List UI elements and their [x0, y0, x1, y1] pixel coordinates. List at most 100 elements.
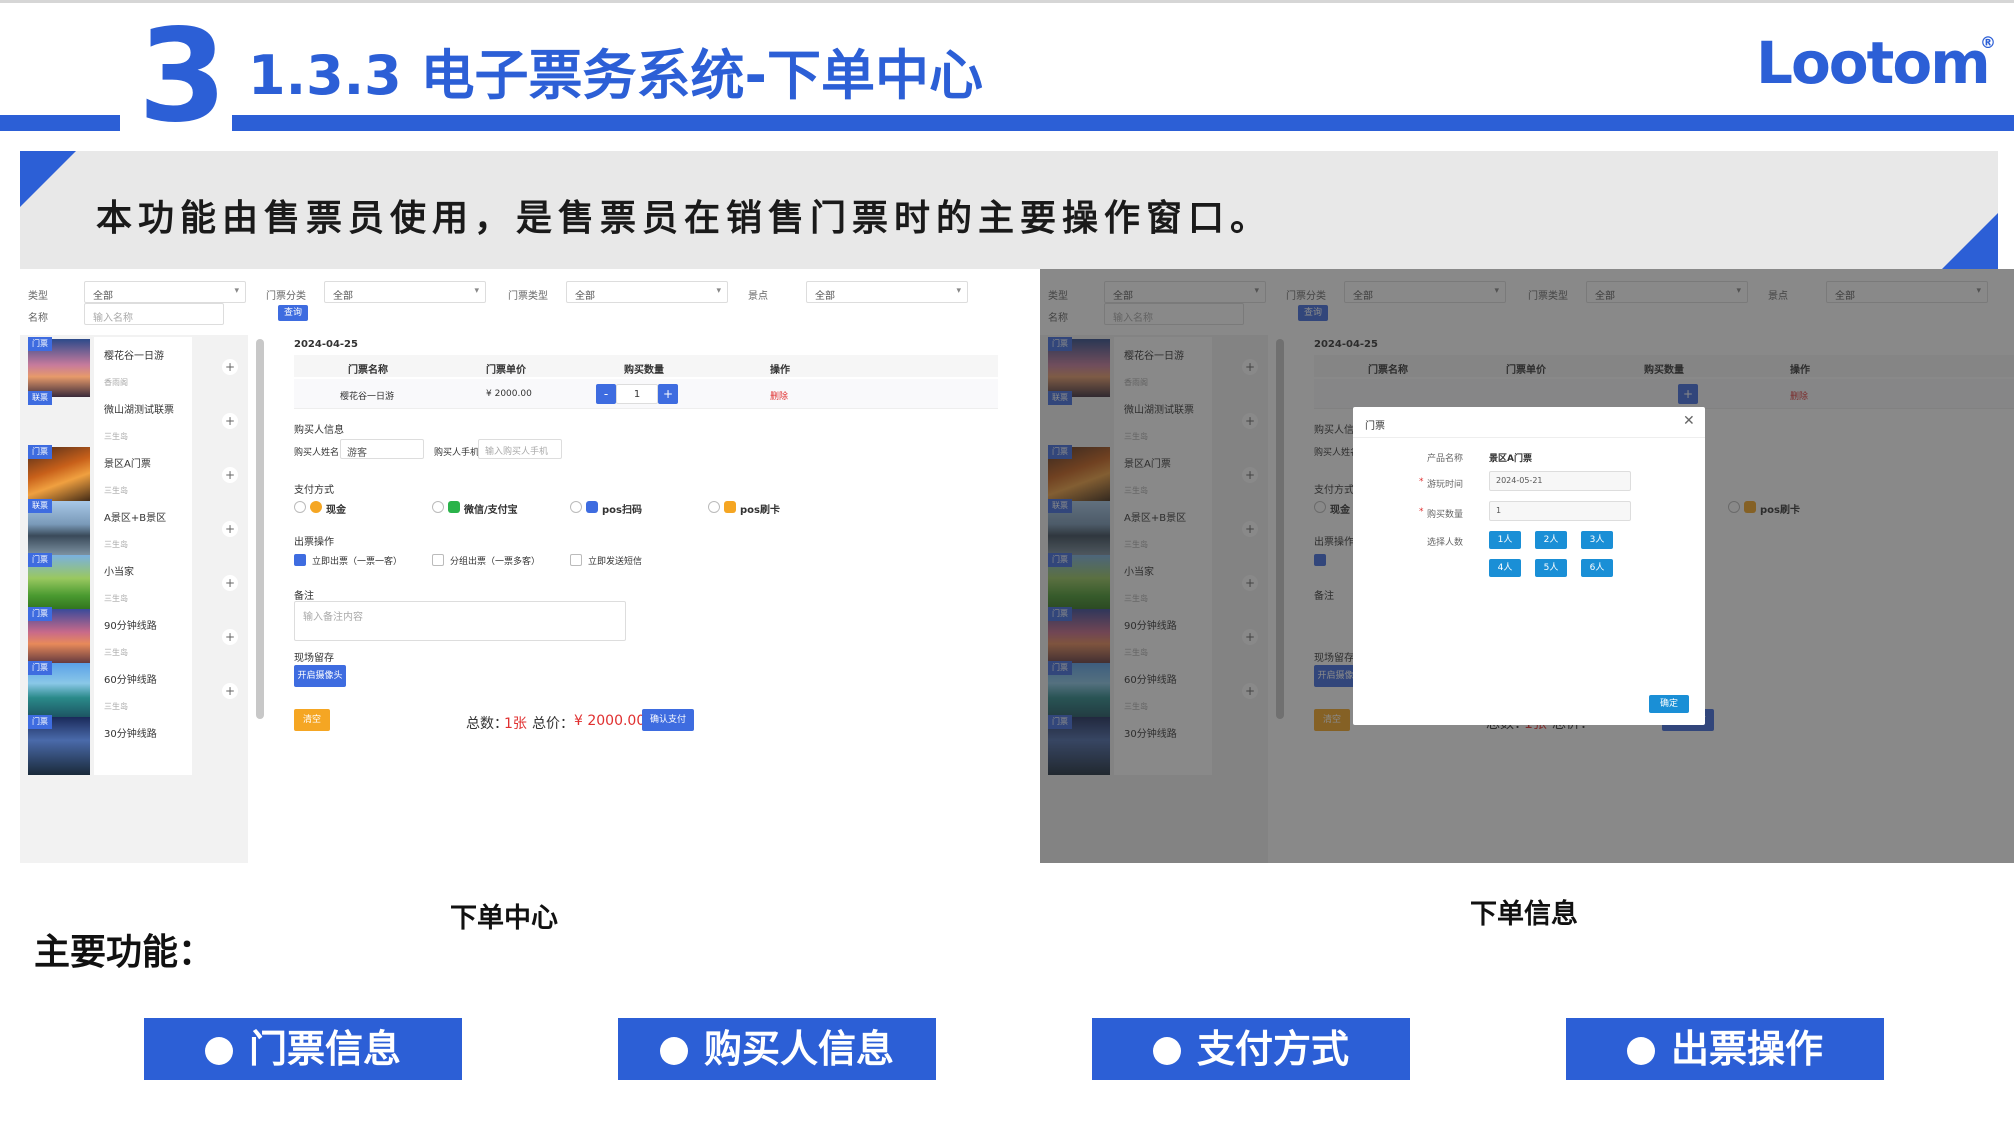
product-item[interactable]: 门票 60分钟线路 三生岛 +: [22, 659, 246, 721]
product-item[interactable]: 门票 景区A门票 三生岛 +: [22, 443, 246, 505]
product-name: 景区A门票: [104, 459, 151, 470]
field-label: 游玩时间: [1427, 480, 1464, 490]
product-item[interactable]: 门票 小当家 三生岛 +: [22, 551, 246, 613]
product-location: 三生岛: [104, 594, 128, 603]
buyer-phone-input[interactable]: 输入购买人手机: [478, 439, 562, 459]
bullet-icon: [1626, 1037, 1655, 1065]
product-badge: 门票: [28, 445, 52, 459]
send-sms-checkbox[interactable]: [570, 554, 582, 566]
product-badge: 门票: [28, 607, 52, 621]
clear-button[interactable]: 清空: [294, 709, 330, 731]
remark-textarea[interactable]: 输入备注内容: [294, 601, 626, 641]
product-card: 60分钟线路 三生岛: [94, 661, 192, 721]
col-header: 购买数量: [624, 365, 664, 376]
name-search-input[interactable]: 输入名称: [84, 303, 224, 325]
product-badge: 联票: [28, 499, 52, 513]
order-table-header: 门票名称 门票单价 购买数量 操作: [294, 355, 998, 377]
feature-label: 购买人信息: [703, 1027, 894, 1071]
product-card: 景区A门票 三生岛: [94, 445, 192, 505]
header-bar-right: [232, 115, 2014, 131]
bullet-icon: [659, 1037, 688, 1065]
product-location: 三生岛: [104, 648, 128, 657]
issue-now-checkbox[interactable]: [294, 554, 306, 566]
people-option[interactable]: 1人: [1489, 531, 1521, 549]
card-icon: [724, 501, 736, 513]
buyer-name-input[interactable]: 游客: [340, 439, 424, 459]
increase-qty-button[interactable]: +: [658, 384, 678, 404]
required-mark: *: [1419, 507, 1424, 517]
play-date-input[interactable]: 2024-05-21: [1489, 471, 1631, 491]
total-price: ¥ 2000.00: [574, 713, 646, 729]
product-badge: 门票: [28, 337, 52, 351]
people-option[interactable]: 2人: [1535, 531, 1567, 549]
spot-select[interactable]: 全部 ▾: [806, 281, 968, 303]
ticket-type-select[interactable]: 全部 ▾: [566, 281, 728, 303]
add-product-button[interactable]: +: [222, 467, 238, 483]
people-option[interactable]: 4人: [1489, 559, 1521, 577]
product-name: 樱花谷一日游: [104, 351, 164, 362]
brand-logo: Lootom: [1756, 29, 1991, 97]
main-functions-heading: 主要功能：: [34, 932, 215, 973]
product-location: 香雨阁: [104, 378, 128, 387]
pay-pos-card-radio[interactable]: [708, 501, 720, 513]
order-info-screenshot: 类型 全部▾ 门票分类 全部▾ 门票类型 全部▾ 景点 全部▾ 名称 输入名称 …: [1040, 269, 2014, 863]
header-bar-left: [0, 115, 120, 131]
delete-link[interactable]: 删除: [770, 389, 788, 402]
product-item[interactable]: 门票 30分钟线路: [22, 713, 246, 775]
pay-cash-radio[interactable]: [294, 501, 306, 513]
people-option[interactable]: 3人: [1581, 531, 1613, 549]
pay-option-label: pos扫码: [602, 505, 642, 516]
product-card: 樱花谷一日游 香雨阁: [94, 337, 192, 397]
type-select[interactable]: 全部 ▾: [84, 281, 246, 303]
people-option[interactable]: 5人: [1535, 559, 1567, 577]
modal-confirm-button[interactable]: 确定: [1649, 695, 1689, 713]
confirm-pay-button[interactable]: 确认支付: [642, 709, 694, 731]
add-product-button[interactable]: +: [222, 521, 238, 537]
query-button[interactable]: 查询: [278, 305, 308, 321]
intro-text: 本功能由售票员使用，是售票员在销售门票时的主要操作窗口。: [96, 198, 1273, 239]
add-product-button[interactable]: +: [222, 359, 238, 375]
pay-option-label: pos刷卡: [740, 505, 780, 516]
filter-row: 类型 全部 ▾ 门票分类 全部 ▾ 门票类型 全部 ▾ 景点 全部 ▾: [20, 281, 998, 305]
product-list: 门票 樱花谷一日游 香雨阁 + 联票 微山湖测试联票 三生岛 + 门票 景区A门…: [20, 335, 248, 863]
screenshot-caption: 下单中心: [450, 903, 558, 934]
add-product-button[interactable]: +: [222, 413, 238, 429]
modal-quantity-input[interactable]: 1: [1489, 501, 1631, 521]
total-count-label: 总数：: [466, 716, 508, 732]
field-label: 购买数量: [1427, 510, 1464, 520]
order-center-screenshot: 类型 全部 ▾ 门票分类 全部 ▾ 门票类型 全部 ▾ 景点 全部 ▾ 名称 输入名称 …: [20, 269, 998, 863]
pay-wechat-radio[interactable]: [432, 501, 444, 513]
feature-label: 出票操作: [1670, 1027, 1823, 1071]
add-product-button[interactable]: +: [222, 683, 238, 699]
add-product-button[interactable]: +: [222, 629, 238, 645]
product-list-scrollbar[interactable]: [256, 339, 264, 719]
add-product-button[interactable]: +: [222, 575, 238, 591]
bullet-icon: [204, 1037, 233, 1065]
decrease-qty-button[interactable]: -: [596, 384, 616, 404]
people-option[interactable]: 6人: [1581, 559, 1613, 577]
screenshot-caption: 下单信息: [1470, 899, 1578, 930]
select-value: 全部: [333, 291, 353, 302]
category-select[interactable]: 全部 ▾: [324, 281, 486, 303]
product-badge: 门票: [28, 661, 52, 675]
pay-pos-scan-radio[interactable]: [570, 501, 582, 513]
scan-icon: [586, 501, 598, 513]
select-value: 全部: [815, 291, 835, 302]
open-camera-button[interactable]: 开启摄像头: [294, 665, 346, 687]
close-icon[interactable]: ✕: [1683, 413, 1695, 429]
field-label: 产品名称: [1427, 454, 1464, 464]
pay-option-label: 微信/支付宝: [464, 505, 518, 516]
feature-ticket-issue: 出票操作: [1566, 1018, 1884, 1080]
issue-group-checkbox[interactable]: [432, 554, 444, 566]
product-item[interactable]: 门票 樱花谷一日游 香雨阁 +: [22, 335, 246, 397]
product-item[interactable]: 联票 微山湖测试联票 三生岛 +: [22, 389, 246, 451]
required-mark: *: [1419, 477, 1424, 487]
select-value: 全部: [93, 291, 113, 302]
product-item[interactable]: 门票 90分钟线路 三生岛 +: [22, 605, 246, 667]
quantity-input[interactable]: 1: [616, 384, 658, 404]
product-card: A景区+B景区 三生岛: [94, 499, 192, 559]
product-item[interactable]: 联票 A景区+B景区 三生岛 +: [22, 497, 246, 559]
section-label: 购买人信息: [294, 425, 344, 436]
chevron-down-icon[interactable]: ⌄: [996, 337, 998, 348]
product-location: 三生岛: [104, 540, 128, 549]
